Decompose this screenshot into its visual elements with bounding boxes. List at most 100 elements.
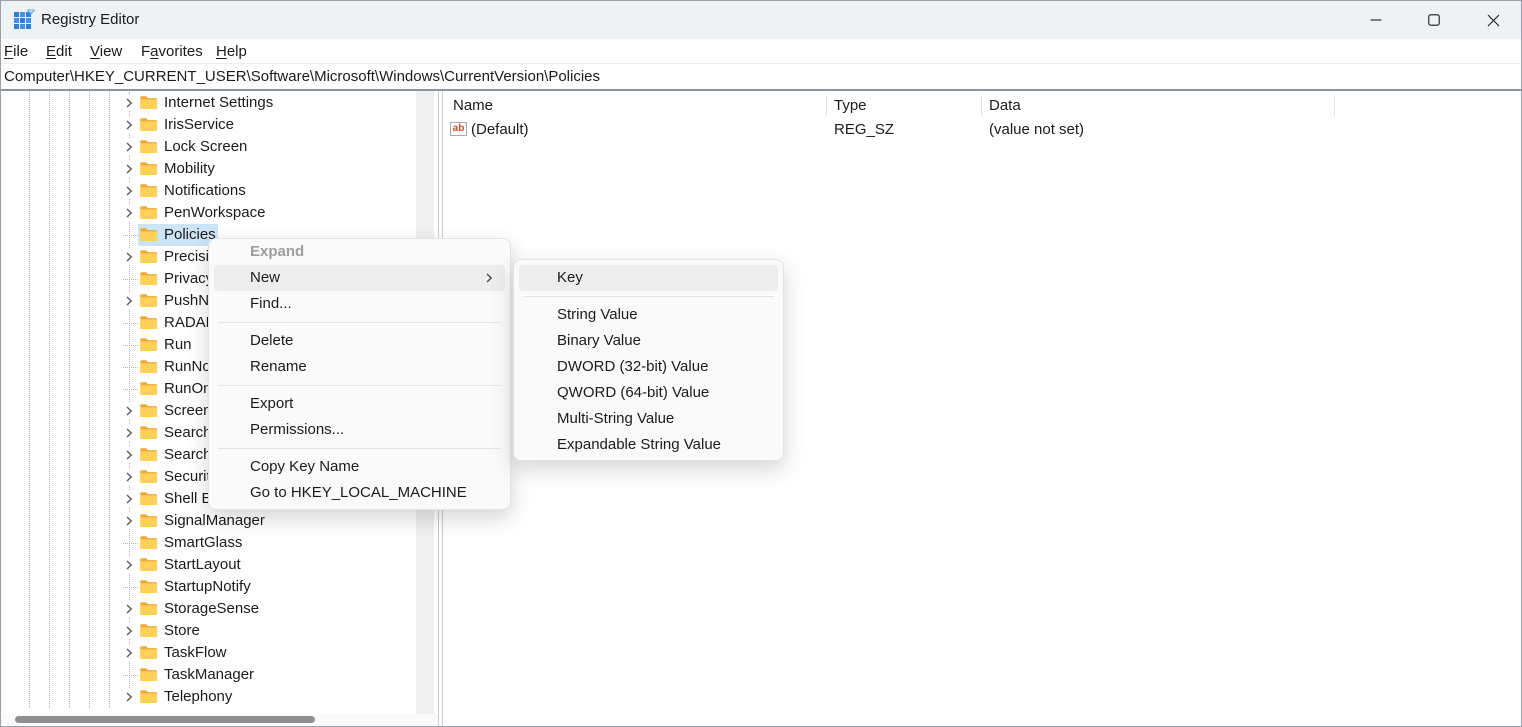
- submenu-item-key[interactable]: Key: [519, 265, 778, 291]
- tree-item-label: StorageSense: [164, 598, 259, 620]
- tree-item-taskflow[interactable]: TaskFlow: [1, 642, 438, 664]
- menubar-item-file[interactable]: File: [4, 39, 28, 64]
- tree-item-label: Securit: [164, 466, 211, 488]
- tree-item-label: RunOn: [164, 378, 212, 400]
- expand-chevron-icon[interactable]: [121, 513, 136, 529]
- tree-item-label: TaskManager: [164, 664, 254, 686]
- tree-item-mobility[interactable]: Mobility: [1, 158, 438, 180]
- tree-item-startupnotify[interactable]: StartupNotify: [1, 576, 438, 598]
- expand-chevron-icon[interactable]: [121, 403, 136, 419]
- context-menu-item-go-to-hkey-local-machine[interactable]: Go to HKEY_LOCAL_MACHINE: [209, 480, 510, 506]
- context-menu-item-permissions[interactable]: Permissions...: [209, 417, 510, 443]
- expand-chevron-icon[interactable]: [121, 117, 136, 133]
- tree-item-penworkspace[interactable]: PenWorkspace: [1, 202, 438, 224]
- context-menu-item-find[interactable]: Find...: [209, 291, 510, 317]
- tree-item-lock-screen[interactable]: Lock Screen: [1, 136, 438, 158]
- context-menu-item-export[interactable]: Export: [209, 391, 510, 417]
- tree-item-smartglass[interactable]: SmartGlass: [1, 532, 438, 554]
- tree-item-startlayout[interactable]: StartLayout: [1, 554, 438, 576]
- submenu-item-dword-32-bit-value[interactable]: DWORD (32-bit) Value: [514, 354, 783, 380]
- addressbar-divider: [1, 89, 1521, 91]
- tree-item-notifications[interactable]: Notifications: [1, 180, 438, 202]
- folder-icon: [140, 271, 158, 286]
- expand-chevron-icon[interactable]: [121, 447, 136, 463]
- menu-separator: [218, 385, 501, 386]
- folder-icon: [140, 95, 158, 110]
- menubar-item-favorites[interactable]: Favorites: [141, 39, 203, 64]
- menubar-item-help[interactable]: Help: [216, 39, 247, 64]
- column-separator[interactable]: [1334, 95, 1335, 116]
- expand-chevron-icon[interactable]: [121, 601, 136, 617]
- tree-item-label: PenWorkspace: [164, 202, 265, 224]
- tree-horizontal-scrollbar[interactable]: [1, 714, 438, 725]
- folder-icon: [140, 623, 158, 638]
- expand-chevron-icon[interactable]: [121, 139, 136, 155]
- context-menu-item-rename[interactable]: Rename: [209, 354, 510, 380]
- tree-item-storagesense[interactable]: StorageSense: [1, 598, 438, 620]
- expand-chevron-icon[interactable]: [121, 183, 136, 199]
- expand-chevron-icon[interactable]: [121, 469, 136, 485]
- context-menu-item-copy-key-name[interactable]: Copy Key Name: [209, 454, 510, 480]
- tree-item-label: Precisi: [164, 246, 209, 268]
- menu-separator: [218, 448, 501, 449]
- submenu-arrow-icon: [483, 272, 495, 284]
- expand-chevron-icon[interactable]: [121, 95, 136, 111]
- window-title: Registry Editor: [41, 1, 139, 39]
- expand-chevron-icon[interactable]: [121, 293, 136, 309]
- column-separator[interactable]: [981, 95, 982, 116]
- submenu-item-expandable-string-value[interactable]: Expandable String Value: [514, 432, 783, 458]
- folder-icon: [140, 249, 158, 264]
- value-name: (Default): [471, 119, 529, 141]
- expand-chevron-icon[interactable]: [121, 161, 136, 177]
- expand-chevron-icon[interactable]: [121, 205, 136, 221]
- expand-chevron-icon[interactable]: [121, 491, 136, 507]
- column-header-data[interactable]: Data: [989, 93, 1021, 119]
- expand-chevron-icon[interactable]: [121, 623, 136, 639]
- menubar-item-view[interactable]: View: [90, 39, 122, 64]
- close-button[interactable]: [1470, 1, 1516, 39]
- folder-icon: [140, 315, 158, 330]
- expand-chevron-icon[interactable]: [121, 645, 136, 661]
- tree-item-signalmanager[interactable]: SignalManager: [1, 510, 438, 532]
- tree-item-taskmanager[interactable]: TaskManager: [1, 664, 438, 686]
- submenu-item-string-value[interactable]: String Value: [514, 302, 783, 328]
- expand-chevron-icon[interactable]: [121, 689, 136, 705]
- horizontal-scrollbar-thumb[interactable]: [15, 716, 315, 723]
- expand-chevron-icon[interactable]: [121, 249, 136, 265]
- tree-item-telephony[interactable]: Telephony: [1, 686, 438, 708]
- column-header-name[interactable]: Name: [453, 93, 493, 119]
- address-bar[interactable]: Computer\HKEY_CURRENT_USER\Software\Micr…: [1, 64, 1521, 89]
- menubar: File Edit View Favorites Help: [1, 39, 1521, 64]
- folder-icon: [140, 447, 158, 462]
- tree-item-irisservice[interactable]: IrisService: [1, 114, 438, 136]
- tree-item-label: SmartGlass: [164, 532, 242, 554]
- tree-item-label: Shell E: [164, 488, 212, 510]
- tree-item-label: Store: [164, 620, 200, 642]
- submenu-item-binary-value[interactable]: Binary Value: [514, 328, 783, 354]
- tree-item-store[interactable]: Store: [1, 620, 438, 642]
- folder-icon: [140, 337, 158, 352]
- tree-item-label: Run: [164, 334, 192, 356]
- tree-item-internet-settings[interactable]: Internet Settings: [1, 92, 438, 114]
- minimize-button[interactable]: [1353, 1, 1399, 39]
- submenu-item-qword-64-bit-value[interactable]: QWORD (64-bit) Value: [514, 380, 783, 406]
- context-menu-item-delete[interactable]: Delete: [209, 328, 510, 354]
- titlebar[interactable]: Registry Editor: [1, 1, 1521, 39]
- column-header-type[interactable]: Type: [834, 93, 867, 119]
- context-menu-item-new[interactable]: New: [214, 265, 505, 291]
- folder-icon: [140, 403, 158, 418]
- menu-separator: [218, 322, 501, 323]
- expand-chevron-icon[interactable]: [121, 425, 136, 441]
- folder-icon: [140, 161, 158, 176]
- menubar-item-edit[interactable]: Edit: [46, 39, 72, 64]
- folder-icon: [140, 645, 158, 660]
- column-separator[interactable]: [826, 95, 827, 116]
- submenu-item-multi-string-value[interactable]: Multi-String Value: [514, 406, 783, 432]
- new-submenu: Key String ValueBinary ValueDWORD (32-bit…: [513, 259, 784, 461]
- folder-icon: [140, 601, 158, 616]
- maximize-button[interactable]: [1411, 1, 1457, 39]
- expand-chevron-icon[interactable]: [121, 557, 136, 573]
- tree-item-label: Screen: [164, 400, 212, 422]
- folder-icon: [140, 557, 158, 572]
- tree-connector: [123, 675, 138, 676]
